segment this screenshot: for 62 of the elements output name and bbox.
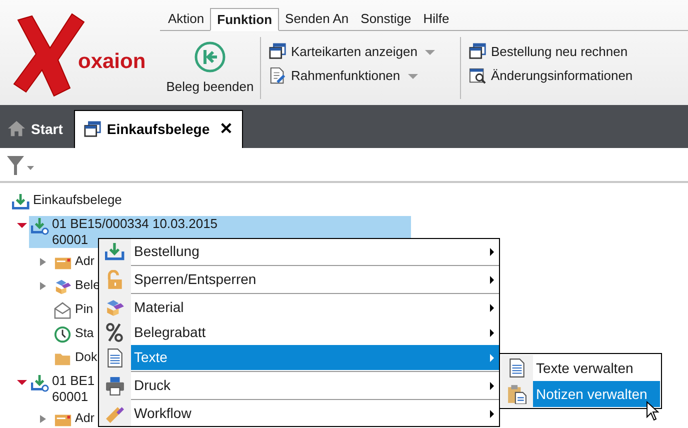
clock-icon [54,326,72,344]
collapsed-arrow-icon[interactable] [40,415,46,423]
boxes-icon [54,278,72,296]
padlock-icon [105,270,125,290]
menu-item[interactable]: Druck [131,373,499,398]
clipboard-icon [507,384,527,404]
tree-item[interactable]: 01 BE1 60001 [29,373,97,405]
collapsed-arrow-icon[interactable] [40,258,46,266]
envelope-icon [54,302,72,320]
download-tray-icon [31,217,49,235]
ribbon-button[interactable]: Karteikarten anzeigen [269,41,450,63]
boxes-icon [105,298,125,318]
tree-item[interactable]: Dok [52,349,100,368]
beleg-beenden-button[interactable]: Beleg beenden [160,31,260,105]
menu-item[interactable]: Belegrabatt [131,320,499,345]
submenu-arrow-icon [490,410,494,418]
percent-icon [105,322,125,342]
submenu-arrow-icon [490,248,494,256]
close-button[interactable]: ✕ [220,118,233,142]
download-tray-icon [105,242,125,262]
ribbon-tab[interactable]: Hilfe [417,8,456,30]
windows-icon [269,43,287,61]
home-icon [8,120,26,138]
document-icon [507,358,527,378]
submenu-arrow-icon [490,304,494,312]
submenu-arrow-icon [490,354,494,362]
tree-item[interactable]: Adr [52,253,96,272]
document-edit-icon [269,67,287,85]
logo-text: oxaion [78,48,146,75]
document-tab[interactable]: Einkaufsbelege ✕ [74,110,243,148]
ribbon-tab[interactable]: Senden An [279,8,355,30]
download-tray-icon [12,193,30,211]
filter-dropdown-icon[interactable] [6,154,36,176]
menu-item[interactable]: Texte [131,345,499,370]
printer-icon [105,376,125,396]
ribbon-button[interactable]: Rahmenfunktionen [269,65,450,87]
ribbon-tab[interactable]: Aktion [162,8,210,30]
menu-item[interactable]: Texte verwalten [533,355,660,381]
tree-item[interactable]: Einkaufsbelege [10,192,124,211]
ribbon-button[interactable]: Bestellung neu rechnen [469,41,633,63]
menu-item[interactable]: Material [131,295,499,320]
tree-item[interactable]: Adr [52,410,96,428]
document-search-icon [469,67,487,85]
expanded-arrow-icon[interactable] [17,380,27,384]
document-icon [105,348,125,368]
submenu-arrow-icon [490,382,494,390]
collapsed-arrow-icon[interactable] [40,282,46,290]
ribbon-button[interactable]: Änderungsinformationen [469,65,633,87]
back-arrow-circle-icon [194,41,226,74]
document-tab[interactable]: Start [0,110,71,148]
menu-item[interactable]: Sperren/Entsperren [131,267,499,292]
windows-icon [469,43,487,61]
ribbon-tab[interactable]: Funktion [210,8,280,31]
menu-item[interactable]: Notizen verwalten [533,381,660,407]
menu-item[interactable]: Workflow [131,401,499,426]
submenu-arrow-icon [490,328,494,336]
tree-item[interactable]: Sta [52,325,96,344]
ribbon-tab[interactable]: Sonstige [354,8,418,30]
windows-icon [84,120,102,138]
tree-item[interactable]: Pin [52,301,96,320]
download-tray-icon [31,374,49,392]
submenu-arrow-icon [490,276,494,284]
